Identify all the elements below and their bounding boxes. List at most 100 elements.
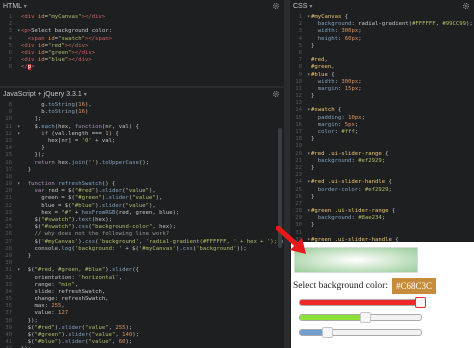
code-line[interactable]: 22 blue = $("#blue").slider("value"), [0,203,284,210]
gear-icon[interactable] [462,2,470,10]
code-line[interactable]: 18 [0,174,284,181]
code-line[interactable]: 29 background: #8ae234; [290,215,474,222]
gear-icon[interactable] [272,2,280,10]
code-line[interactable]: 8 </p> [0,64,284,71]
code-line[interactable]: 17 } [0,167,284,174]
code-line[interactable]: 29 } [0,253,284,260]
code-line[interactable]: 1 <div id="myCanvas"></div> [0,14,284,21]
line-number: 27 [295,200,302,207]
vertical-divider[interactable] [284,0,290,348]
code-line[interactable]: 21 green = $("#green").slider("value"), [0,195,284,202]
code-line[interactable]: 2 background: radial-gradient(#FFFFFF, #… [290,21,474,28]
code-line[interactable]: 9 b.toString(16) [0,109,284,116]
code-line[interactable]: 34 slide: refreshSwatch, [0,289,284,296]
chevron-down-icon[interactable]: ▾ [24,4,27,10]
css-pane: CSS ▾ 1 ▾#myCanvas {2 background: radial-… [290,0,474,242]
code-line[interactable]: 23 [290,172,474,179]
code-line[interactable]: 17 color: #fff; [290,129,474,136]
horizontal-divider[interactable] [0,86,284,88]
code-line[interactable]: 40 $("#green").slider("value", 140); [0,332,284,339]
code-line[interactable]: 16 margin: 5px; [290,122,474,129]
code-token: <div [21,49,38,56]
code-line[interactable]: 24 $("#swatch").text(hex); [0,217,284,224]
code-line[interactable]: 5 <div id="red"></div> [0,43,284,50]
code-line[interactable]: 11 ▾ $.each(hex, function(nr, val) { [0,124,284,131]
code-line[interactable]: 15 padding: 10px; [290,115,474,122]
green-slider-handle[interactable] [360,312,372,323]
code-line[interactable]: 25 $("#swatch").css("background-color", … [0,224,284,231]
code-token: } [311,93,315,100]
code-line[interactable]: 26} [290,194,474,201]
code-line[interactable]: 1 ▾#myCanvas { [290,14,474,21]
red-slider-handle[interactable] [415,297,426,308]
code-line[interactable]: 28 ▾#green .ui-slider-range { [290,208,474,215]
code-line[interactable]: 28 console.log('background: ' + $('#myCa… [0,246,284,253]
html-code[interactable]: 1 <div id="myCanvas"></div> 2 3 ▾<p>Select b… [0,14,284,72]
code-token: '#myCanvas' [41,238,79,245]
code-line[interactable]: 10 width: 300px; [290,79,474,86]
code-line[interactable]: 41 $("#blue").slider("value", 60); [0,339,284,346]
chevron-down-icon[interactable]: ▾ [84,92,87,98]
code-line[interactable]: 8 #green, [290,64,474,71]
code-line[interactable]: 15 }); [0,152,284,159]
code-line[interactable]: 39 $("#red").slider("value", 255); [0,325,284,332]
green-slider[interactable] [299,312,422,323]
code-line[interactable]: 37 value: 127 [0,310,284,317]
code-line[interactable]: 6 <div id="green"></div> [0,50,284,57]
code-line[interactable]: 32 orientation: 'horizontal', [0,275,284,282]
code-line[interactable]: 30 [0,260,284,267]
code-line[interactable]: 19 [290,143,474,150]
blue-slider-handle[interactable] [322,327,334,338]
code-line[interactable]: 10 ]; [0,116,284,123]
code-line[interactable]: 4 height: 60px; [290,36,474,43]
code-line[interactable]: 24 ▾#red .ui-slider-handle { [290,179,474,186]
red-slider[interactable] [299,297,426,308]
code-line[interactable]: 33 range: "min", [0,282,284,289]
code-line[interactable]: 12} [290,93,474,100]
chevron-down-icon[interactable]: ▾ [309,4,312,10]
code-line[interactable]: 3 width: 300px; [290,28,474,35]
code-line[interactable]: 16 return hex.join('').toUpperCase(); [0,160,284,167]
code-line[interactable]: 27 $('#myCanvas').css('background', 'rad… [0,239,284,246]
gear-icon[interactable] [272,90,280,98]
code-line[interactable]: 2 [0,21,284,28]
code-line[interactable]: 9 ▾#blue { [290,72,474,79]
code-line[interactable]: 35 change: refreshSwatch, [0,296,284,303]
code-line[interactable]: 4 <span id="swatch"></span> [0,36,284,43]
code-line[interactable]: 19 ▾ function refreshSwatch() { [0,181,284,188]
code-line[interactable]: 26 // why does not the following line wo… [0,231,284,238]
code-token: 127 [58,310,69,317]
code-line[interactable]: 8 g.toString(16), [0,102,284,109]
code-line[interactable]: 14 } [0,145,284,152]
code-line[interactable]: 13 hex[nr] = '0' + val; [0,138,284,145]
code-line[interactable]: 27 [290,201,474,208]
code-token: ); [125,324,133,331]
css-code[interactable]: 1 ▾#myCanvas {2 background: radial-gradie… [290,14,474,242]
code-line[interactable]: 38 }); [0,318,284,325]
code-line[interactable]: 30} [290,222,474,229]
code-line[interactable]: 18} [290,136,474,143]
code-line[interactable]: 13 [290,100,474,107]
code-line[interactable]: 5} [290,43,474,50]
code-line[interactable]: 31 [290,230,474,237]
code-line[interactable]: 25 border-color: #ef2929; [290,187,474,194]
code-line[interactable]: 31 ▾ $("#red, #green, #blue").slider({ [0,267,284,274]
code-line[interactable]: 6 [290,50,474,57]
code-token: '0' [81,137,92,144]
blue-slider[interactable] [299,327,422,338]
code-line[interactable]: 20 ▾#red .ui-slider-range { [290,151,474,158]
code-line[interactable]: 7 #red, [290,57,474,64]
code-line[interactable]: 21 background: #ef2929; [290,158,474,165]
code-line[interactable]: 3 ▾<p>Select background color: [0,28,284,35]
js-code[interactable]: 8 g.toString(16), 9 b.toString(16) 10 ]; 11… [0,102,284,348]
code-line[interactable]: 11 margin: 15px; [290,86,474,93]
code-line[interactable]: 14 ▾#swatch { [290,107,474,114]
code-line[interactable]: 22} [290,165,474,172]
code-line[interactable]: 20 var red = $("#red").slider("value"), [0,188,284,195]
code-line[interactable]: 7 <div id="blue"></div> [0,57,284,64]
line-number: 10 [5,116,12,123]
code-line[interactable]: 36 max: 255, [0,303,284,310]
code-line[interactable]: 23 hex = "#" + hexFromRGB(red, green, bl… [0,210,284,217]
code-line[interactable]: 12 ▾ if (val.length === 1) { [0,131,284,138]
